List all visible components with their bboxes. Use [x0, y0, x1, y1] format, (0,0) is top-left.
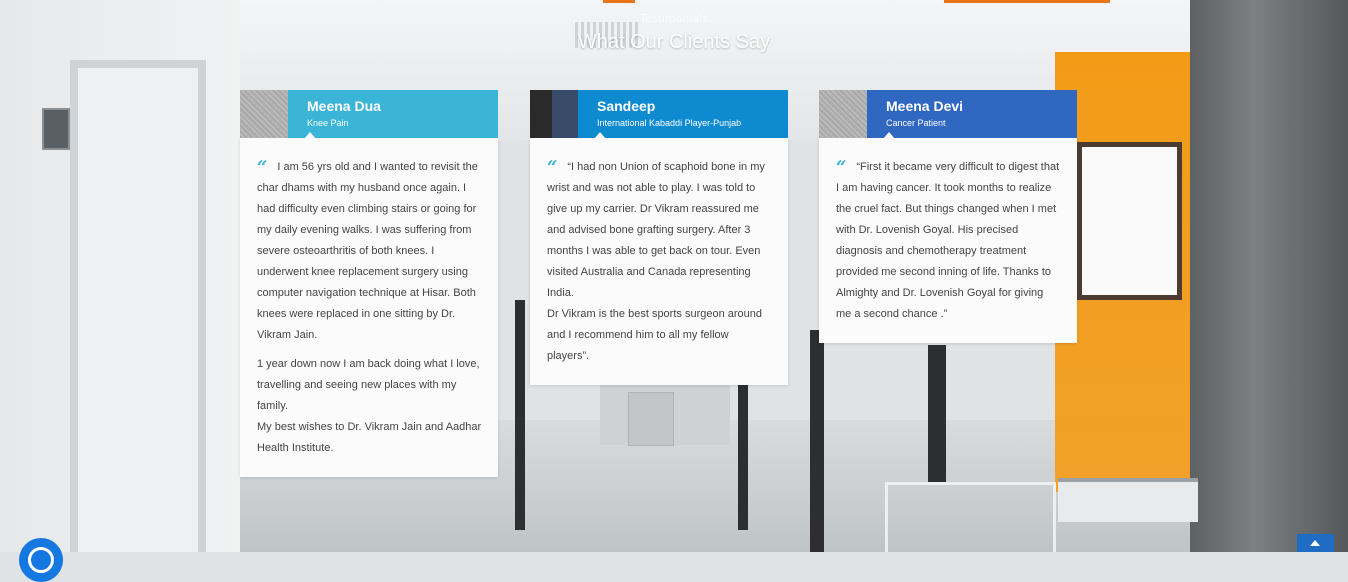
section-title: What Our Clients Say — [577, 31, 771, 53]
pointer-notch — [883, 132, 895, 139]
testimonial-body: ““First it became very difficult to dige… — [819, 138, 1077, 343]
quote-icon: “ — [547, 157, 558, 178]
chevron-up-icon — [1310, 540, 1320, 546]
quote-icon: “ — [836, 157, 847, 178]
testimonial-body: “I am 56 yrs old and I wanted to revisit… — [240, 138, 498, 477]
avatar — [819, 90, 867, 138]
client-role: Cancer Patient — [886, 118, 946, 128]
client-role: Knee Pain — [307, 118, 349, 128]
card-header: Meena Devi Cancer Patient — [819, 90, 1077, 139]
testimonial-text: “First it became very difficult to diges… — [836, 161, 1060, 320]
client-name: Meena Dua — [307, 98, 381, 114]
testimonial-card: Meena Dua Knee Pain “I am 56 yrs old and… — [240, 90, 498, 477]
testimonial-text: My best wishes to Dr. Vikram Jain and Aa… — [257, 421, 482, 454]
client-name: Sandeep — [597, 98, 656, 114]
card-header: Sandeep International Kabaddi Player-Pun… — [530, 90, 788, 139]
testimonial-card: Meena Devi Cancer Patient ““First it bec… — [819, 90, 1077, 343]
scroll-to-top-button[interactable] — [1297, 534, 1334, 552]
avatar — [530, 90, 578, 138]
client-name: Meena Devi — [886, 98, 964, 114]
card-name-box: Meena Devi Cancer Patient — [867, 90, 1077, 138]
avatar — [240, 90, 288, 138]
pointer-notch — [594, 132, 606, 139]
testimonial-card: Sandeep International Kabaddi Player-Pun… — [530, 90, 788, 385]
client-role: International Kabaddi Player-Punjab — [597, 118, 742, 128]
quote-icon: “ — [257, 157, 268, 178]
testimonial-text: I am 56 yrs old and I wanted to revisit … — [257, 161, 478, 341]
section-eyebrow: Testimonials — [640, 12, 708, 25]
testimonial-text: 1 year down now I am back doing what I l… — [257, 358, 480, 412]
card-name-box: Sandeep International Kabaddi Player-Pun… — [578, 90, 788, 138]
card-name-box: Meena Dua Knee Pain — [288, 90, 498, 138]
card-header: Meena Dua Knee Pain — [240, 90, 498, 139]
testimonial-text: Dr Vikram is the best sports surgeon aro… — [547, 308, 763, 362]
pointer-notch — [304, 132, 316, 139]
chat-icon[interactable] — [19, 538, 63, 582]
testimonial-text: “I had non Union of scaphoid bone in my … — [547, 161, 765, 299]
testimonial-body: ““I had non Union of scaphoid bone in my… — [530, 138, 788, 385]
